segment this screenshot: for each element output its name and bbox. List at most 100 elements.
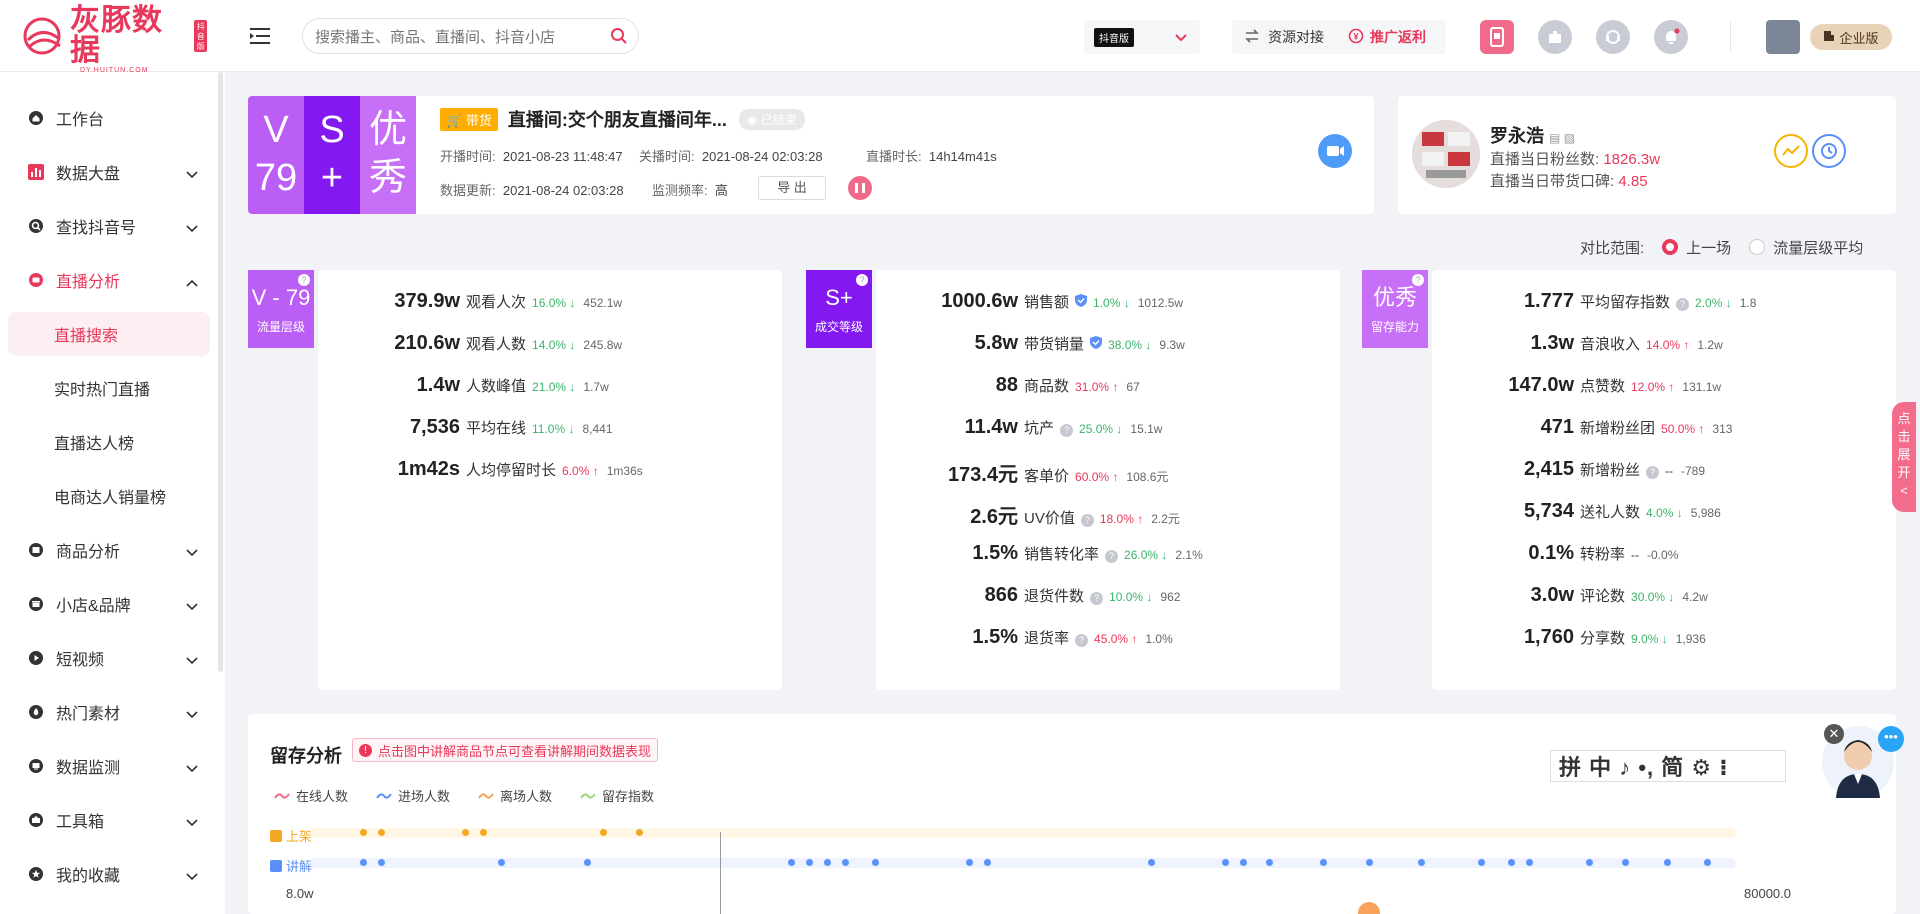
sidebar-item-dashboard[interactable]: 数据大盘	[0, 152, 210, 192]
explain-node[interactable]	[842, 859, 849, 866]
listing-node[interactable]	[462, 829, 469, 836]
sidebar-item-short-video[interactable]: 短视频	[0, 638, 210, 678]
sidebar-item-favorites[interactable]: 我的收藏	[0, 854, 210, 894]
explain-node[interactable]	[1704, 859, 1711, 866]
video-camera-icon[interactable]	[1318, 134, 1352, 168]
metric-value: 3.0w	[1530, 584, 1574, 606]
help-icon[interactable]: ?	[1080, 514, 1094, 527]
help-icon[interactable]: ?	[1105, 550, 1119, 563]
live-title[interactable]: 直播间:交个朋友直播间年...	[508, 106, 727, 132]
explain-node[interactable]	[584, 859, 591, 866]
chevron-down-icon	[1174, 30, 1188, 46]
explain-node[interactable]	[872, 859, 879, 866]
help-icon[interactable]: ?	[1060, 424, 1074, 437]
search-input[interactable]	[315, 27, 595, 47]
enterprise-button[interactable]: 企业版	[1810, 24, 1892, 50]
explain-node[interactable]	[378, 859, 385, 866]
help-icon[interactable]: ?	[1646, 466, 1660, 479]
help-icon[interactable]: ?	[1075, 634, 1089, 647]
help-icon[interactable]: ?	[1676, 298, 1690, 311]
listing-node[interactable]	[600, 829, 607, 836]
explain-node[interactable]	[1320, 859, 1327, 866]
legend-online[interactable]: 在线人数	[274, 786, 348, 805]
explain-node[interactable]	[1586, 859, 1593, 866]
expand-tab[interactable]: 点击展开 <	[1892, 402, 1916, 512]
anchor-name[interactable]: 罗永浩 ▤ ▧	[1490, 122, 1575, 148]
metric-baseline: 1012.5w	[1137, 296, 1184, 310]
promo-button[interactable]: ¥ 推广返利	[1336, 20, 1438, 54]
user-avatar[interactable]	[1766, 20, 1800, 54]
compare-radio-average[interactable]	[1749, 239, 1766, 255]
metric-change: 14.0% ↑	[1646, 338, 1690, 352]
sidebar-sub-live-rank[interactable]: 直播达人榜	[8, 420, 210, 464]
resource-button[interactable]: 资源对接	[1232, 20, 1336, 54]
explain-node[interactable]	[1266, 859, 1273, 866]
explain-node[interactable]	[824, 859, 831, 866]
sidebar-item-live-analysis[interactable]: 直播分析	[0, 260, 210, 300]
listing-node[interactable]	[360, 829, 367, 836]
sidebar-item-toolbox[interactable]: 工具箱	[0, 800, 210, 840]
douyin-icon[interactable]	[848, 176, 872, 200]
explain-node[interactable]	[1508, 859, 1515, 866]
sidebar-item-workbench[interactable]: 工作台	[0, 98, 210, 138]
support-icon[interactable]	[1596, 20, 1630, 54]
search-box[interactable]	[302, 18, 639, 54]
explain-node[interactable]	[788, 859, 795, 866]
logo[interactable]: 灰豚数据 抖音版 DY.HUITUN.COM	[22, 6, 207, 74]
sidebar-scrollbar[interactable]	[218, 72, 223, 672]
legend-enter[interactable]: 进场人数	[376, 786, 450, 805]
explain-node[interactable]	[1240, 859, 1247, 866]
explain-node[interactable]	[1148, 859, 1155, 866]
explain-node[interactable]	[360, 859, 367, 866]
mobile-icon[interactable]	[1480, 20, 1514, 54]
platform-select[interactable]: 抖音版	[1084, 20, 1200, 54]
sidebar-item-shop-brand[interactable]: 小店&品牌	[0, 584, 210, 624]
listing-node[interactable]	[480, 829, 487, 836]
metric-label: 平均留存指数	[1580, 294, 1671, 311]
compare-radio-last[interactable]	[1662, 239, 1679, 255]
sidebar-sub-live-search[interactable]: 直播搜索	[8, 312, 210, 356]
listing-node[interactable]	[636, 829, 643, 836]
anchor-avatar[interactable]	[1412, 120, 1480, 188]
explain-node[interactable]	[1526, 859, 1533, 866]
compare-option-average[interactable]: 流量层级平均	[1773, 237, 1863, 258]
explain-node[interactable]	[1418, 859, 1425, 866]
sidebar-sub-sales-rank[interactable]: 电商达人销量榜	[8, 474, 210, 518]
export-button[interactable]: 导 出	[758, 176, 826, 200]
trend-icon[interactable]	[1774, 134, 1808, 168]
help-icon[interactable]: ?	[298, 274, 310, 286]
change-arrow-icon: ↓	[565, 422, 575, 436]
explain-node[interactable]	[966, 859, 973, 866]
explain-node[interactable]	[1366, 859, 1373, 866]
menu-toggle-icon[interactable]	[250, 26, 274, 46]
explain-node[interactable]	[1622, 859, 1629, 866]
legend-leave[interactable]: 离场人数	[478, 786, 552, 805]
explain-node[interactable]	[806, 859, 813, 866]
metric-baseline: 15.1w	[1130, 422, 1163, 436]
ime-toolbar[interactable]: 拼 中 ♪ •, 简 ⚙ ⁝	[1550, 750, 1786, 782]
explain-node[interactable]	[1478, 859, 1485, 866]
sidebar-item-find-account[interactable]: 查找抖音号	[0, 206, 210, 246]
plugin-icon[interactable]	[1538, 20, 1572, 54]
sidebar-item-product[interactable]: 商品分析	[0, 530, 210, 570]
explain-node[interactable]	[1222, 859, 1229, 866]
help-icon[interactable]: ?	[1090, 592, 1104, 605]
chat-bubble-icon[interactable]: •••	[1878, 726, 1904, 752]
history-icon[interactable]	[1812, 134, 1846, 168]
explain-node[interactable]	[984, 859, 991, 866]
explain-node[interactable]	[498, 859, 505, 866]
sidebar-item-monitor[interactable]: 数据监测	[0, 746, 210, 786]
sidebar-sub-hot-live[interactable]: 实时热门直播	[8, 366, 210, 410]
compare-option-last[interactable]: 上一场	[1686, 237, 1731, 258]
help-icon[interactable]: ?	[856, 274, 868, 286]
metric-baseline: 1.7w	[583, 380, 609, 394]
sidebar-item-hot-material[interactable]: 热门素材	[0, 692, 210, 732]
product-icon	[28, 542, 44, 558]
search-icon[interactable]	[610, 27, 628, 48]
legend-retention-index[interactable]: 留存指数	[580, 786, 654, 805]
help-icon[interactable]: ?	[1412, 274, 1424, 286]
close-icon[interactable]: ✕	[1824, 724, 1844, 744]
listing-node[interactable]	[378, 829, 385, 836]
explain-node[interactable]	[1664, 859, 1671, 866]
bell-icon[interactable]	[1654, 20, 1688, 54]
